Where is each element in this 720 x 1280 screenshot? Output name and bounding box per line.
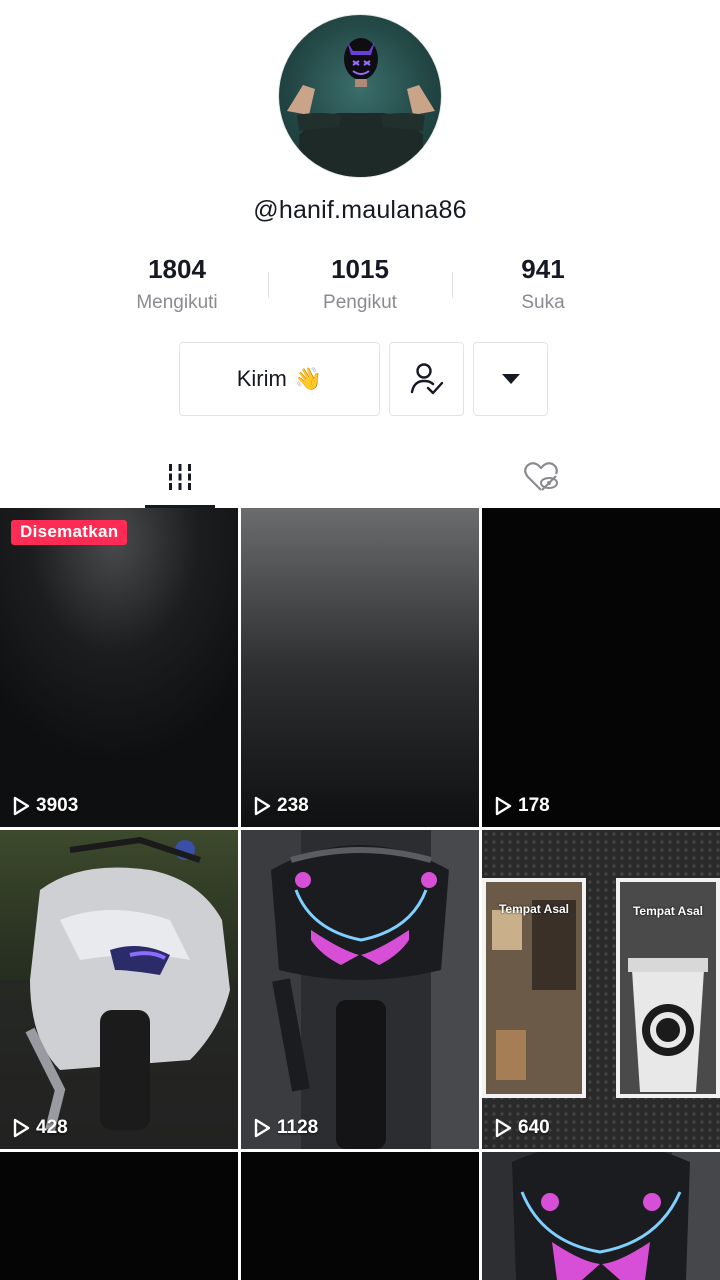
following-status-button[interactable] xyxy=(389,342,464,416)
stat-likes-label: Suka xyxy=(521,292,565,313)
video-thumbnail[interactable] xyxy=(482,1152,720,1280)
play-icon xyxy=(495,796,512,816)
thumbnail-image xyxy=(0,830,238,1149)
stat-following-count: 1804 xyxy=(148,254,206,284)
video-thumbnail[interactable]: 1128 xyxy=(241,830,479,1149)
user-check-icon xyxy=(410,363,443,395)
wave-emoji-icon: 👋 xyxy=(294,366,323,391)
view-count: 428 xyxy=(12,1117,68,1139)
view-count-text: 238 xyxy=(277,795,309,816)
thumbnail-image xyxy=(0,1152,238,1280)
video-grid: Disematkan 3903 238 178 428 1128 Tempat … xyxy=(0,508,720,1280)
stat-following-label: Mengikuti xyxy=(136,292,218,313)
stat-divider xyxy=(268,272,269,298)
grid-icon xyxy=(169,464,191,490)
view-count-text: 1128 xyxy=(277,1117,319,1138)
play-icon xyxy=(495,1118,512,1138)
send-button-label: Kirim xyxy=(236,366,287,391)
avatar-image xyxy=(287,38,435,177)
thumbnail-image xyxy=(0,508,238,827)
tab-liked[interactable] xyxy=(506,446,576,508)
view-count: 178 xyxy=(494,795,550,817)
play-icon xyxy=(13,796,30,816)
video-thumbnail[interactable] xyxy=(241,1152,479,1280)
video-thumbnail[interactable]: 238 xyxy=(241,508,479,827)
avatar[interactable] xyxy=(278,14,442,178)
thumbnail-image xyxy=(241,508,479,827)
play-icon xyxy=(254,1118,271,1138)
thumbnail-image xyxy=(241,830,479,1149)
pinned-badge: Disematkan xyxy=(11,520,128,545)
send-message-button[interactable]: Kirim 👋 xyxy=(179,342,380,416)
video-thumbnail[interactable]: Tempat Asal Tempat Asal 640 xyxy=(482,830,720,1149)
thumbnail-image xyxy=(482,830,720,1149)
stat-likes[interactable]: 941 Suka xyxy=(453,252,633,318)
video-thumbnail[interactable]: Disematkan 3903 xyxy=(0,508,238,827)
thumbnail-image xyxy=(482,508,720,827)
video-thumbnail[interactable] xyxy=(0,1152,238,1280)
thumbnail-image xyxy=(241,1152,479,1280)
view-count-text: 3903 xyxy=(36,795,79,816)
stat-followers[interactable]: 1015 Pengikut xyxy=(270,252,450,318)
view-count: 3903 xyxy=(12,795,78,817)
view-count-text: 178 xyxy=(518,795,550,816)
thumbnail-image xyxy=(482,1152,720,1280)
video-thumbnail[interactable]: 428 xyxy=(0,830,238,1149)
suggested-accounts-button[interactable] xyxy=(473,342,548,416)
caret-down-icon xyxy=(501,374,520,384)
stat-followers-count: 1015 xyxy=(331,254,389,284)
view-count-text: 428 xyxy=(36,1117,68,1138)
view-count: 238 xyxy=(253,795,309,817)
play-icon xyxy=(254,796,271,816)
overlay-caption: Tempat Asal xyxy=(632,904,704,918)
stat-likes-count: 941 xyxy=(521,254,565,284)
view-count: 640 xyxy=(494,1117,550,1139)
username: @hanif.maulana86 xyxy=(253,196,467,224)
video-thumbnail[interactable]: 178 xyxy=(482,508,720,827)
play-icon xyxy=(13,1118,30,1138)
profile-header: @hanif.maulana86 1804 Mengikuti 1015 Pen… xyxy=(0,0,720,508)
stat-followers-label: Pengikut xyxy=(323,292,397,313)
view-count-text: 640 xyxy=(518,1117,550,1138)
overlay-caption: Tempat Asal xyxy=(498,902,570,916)
liked-hidden-icon xyxy=(524,462,558,491)
tab-videos[interactable] xyxy=(145,446,215,508)
view-count: 1128 xyxy=(253,1117,318,1139)
stat-following[interactable]: 1804 Mengikuti xyxy=(87,252,267,318)
